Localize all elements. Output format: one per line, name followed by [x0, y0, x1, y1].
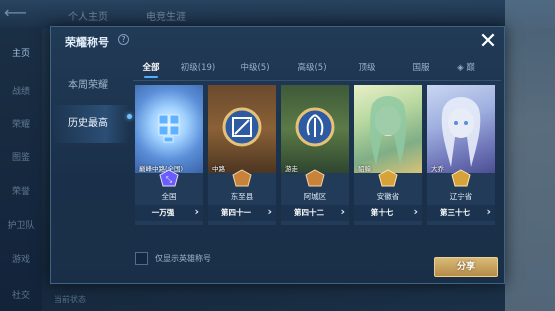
help-icon[interactable]: ? — [118, 34, 129, 45]
back-arrow-icon[interactable]: ⟵ — [4, 4, 44, 22]
card-hero-label: 大乔 — [431, 165, 444, 173]
bg-sidebar-item-guard[interactable]: 护卫队 — [0, 218, 42, 231]
tab-top[interactable]: 顶级 — [341, 57, 393, 79]
bronze-rank-emblem-icon — [305, 169, 325, 187]
bg-sidebar-item-home[interactable]: 主页 — [0, 46, 42, 59]
background-sidebar — [0, 28, 42, 311]
card-hero-label: 貂蝉 — [358, 165, 371, 173]
hero-portrait-daqiao-icon — [441, 97, 481, 167]
background-right-panel — [505, 0, 555, 311]
card-rank: 第十七 — [370, 208, 394, 217]
title-card[interactable]: 中路 东至县 第四十一 › — [208, 85, 276, 225]
bg-sidebar-item-record[interactable]: 战绩 — [0, 84, 42, 97]
close-button[interactable]: ✕ — [477, 31, 499, 53]
card-rank-row: 第四十一 › — [208, 205, 276, 221]
title-card-list: 巅峰中路(全国) ⤡ 全国 一万强 › 中路 东至县 第四十一 › 游走 阿城区… — [133, 85, 503, 225]
roam-shield-icon — [295, 107, 335, 147]
card-art-image — [354, 85, 422, 173]
only-hero-label: 仅显示英雄称号 — [155, 253, 211, 263]
nav-item-history-best[interactable]: 历史最高 — [51, 105, 129, 143]
bg-sidebar-item-game[interactable]: 游戏 — [0, 252, 42, 265]
card-art-image — [208, 85, 276, 173]
tab-national[interactable]: 国服 — [393, 57, 449, 79]
card-art-image — [135, 85, 203, 173]
card-rank: 一万强 — [151, 208, 175, 217]
card-region: 阿城区 — [303, 192, 327, 201]
only-hero-checkbox[interactable] — [135, 251, 148, 265]
only-hero-title-toggle[interactable]: 仅显示英雄称号 — [135, 251, 211, 265]
card-region: 安徽省 — [376, 192, 400, 201]
tab-all[interactable]: 全部 — [133, 57, 169, 79]
category-tabs: 全部 初级(19) 中级(5) 高级(5) 顶级 国服 ◈ 巅 — [133, 57, 503, 79]
dialog-title: 荣耀称号 — [65, 36, 109, 49]
card-rank-row: 第三十七 › — [427, 205, 495, 221]
bg-sidebar-item-honor[interactable]: 荣誉 — [0, 184, 42, 197]
chevron-right-icon[interactable]: › — [194, 205, 199, 218]
midlane-shield-icon — [222, 107, 262, 147]
card-art-image — [281, 85, 349, 173]
background-bottom-status: 当前状态 — [54, 295, 86, 304]
tab-advanced[interactable]: 高级(5) — [283, 57, 341, 79]
left-nav: 本周荣耀 历史最高 — [51, 67, 129, 143]
cube-icon — [158, 114, 180, 143]
card-hero-label: 中路 — [212, 165, 225, 173]
card-rank: 第三十七 — [440, 208, 470, 217]
card-rank-row: 第十七 › — [354, 205, 422, 221]
share-button[interactable]: 分享 — [434, 257, 498, 277]
card-rank: 第四十一 — [221, 208, 251, 217]
tab-divider — [133, 80, 501, 81]
bg-tab-esports[interactable]: 电竞生涯 — [146, 8, 186, 23]
chevron-right-icon[interactable]: › — [267, 205, 272, 218]
card-art-image — [427, 85, 495, 173]
chevron-right-icon[interactable]: › — [413, 205, 418, 218]
bg-sidebar-item-codex[interactable]: 图鉴 — [0, 150, 42, 163]
honor-title-dialog: 荣耀称号 ? ✕ 本周荣耀 历史最高 全部 初级(19) 中级(5) 高级(5)… — [50, 26, 505, 284]
tab-peak[interactable]: ◈ 巅 — [449, 57, 483, 79]
tab-beginner[interactable]: 初级(19) — [169, 57, 227, 79]
diamond-rank-emblem-icon: ⤡ — [159, 169, 179, 187]
svg-text:⤡: ⤡ — [166, 175, 173, 184]
gold-rank-emblem-icon — [378, 169, 398, 187]
tab-intermediate[interactable]: 中级(5) — [227, 57, 283, 79]
card-region: 东至县 — [230, 192, 254, 201]
title-card[interactable]: 大乔 辽宁省 第三十七 › — [427, 85, 495, 225]
card-rank: 第四十二 — [294, 208, 324, 217]
bg-tab-profile[interactable]: 个人主页 — [68, 8, 108, 23]
hero-portrait-diaochan-icon — [369, 96, 407, 165]
card-hero-label: 游走 — [285, 165, 298, 173]
bg-sidebar-item-glory[interactable]: 荣耀 — [0, 117, 42, 130]
bg-sidebar-item-social[interactable]: 社交 — [0, 288, 42, 301]
active-indicator-dot — [127, 114, 132, 119]
gold-rank-emblem-icon — [451, 169, 471, 187]
card-rank-row: 一万强 › — [135, 205, 203, 221]
chevron-right-icon[interactable]: › — [486, 205, 491, 218]
chevron-right-icon[interactable]: › — [340, 205, 345, 218]
card-rank-row: 第四十二 › — [281, 205, 349, 221]
card-region: 全国 — [161, 192, 177, 201]
card-region: 辽宁省 — [449, 192, 473, 201]
title-card[interactable]: 貂蝉 安徽省 第十七 › — [354, 85, 422, 225]
bronze-rank-emblem-icon — [232, 169, 252, 187]
title-card[interactable]: 巅峰中路(全国) ⤡ 全国 一万强 › — [135, 85, 203, 225]
title-card[interactable]: 游走 阿城区 第四十二 › — [281, 85, 349, 225]
nav-item-weekly-honor[interactable]: 本周荣耀 — [51, 67, 129, 105]
